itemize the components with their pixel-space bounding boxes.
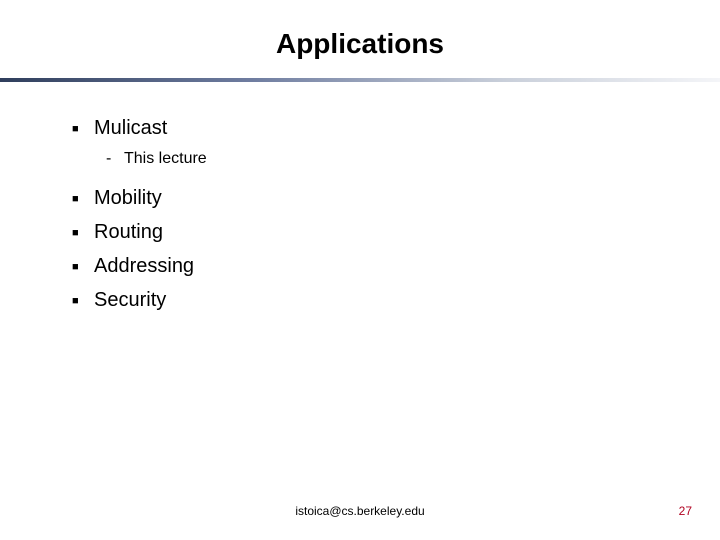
square-bullet-icon: ■ xyxy=(72,259,94,277)
slide: Applications ■ Mulicast - This lecture ■… xyxy=(0,0,720,540)
footer-text: istoica@cs.berkeley.edu xyxy=(0,504,720,518)
list-subitem: - This lecture xyxy=(72,146,720,172)
square-bullet-icon: ■ xyxy=(72,191,94,209)
list-item-text: Routing xyxy=(94,216,163,248)
slide-content: ■ Mulicast - This lecture ■ Mobility ■ R… xyxy=(0,82,720,316)
list-item-text: Mulicast xyxy=(94,112,167,144)
square-bullet-icon: ■ xyxy=(72,293,94,311)
list-item: ■ Routing xyxy=(72,216,720,248)
slide-title: Applications xyxy=(0,0,720,78)
list-item-text: Mobility xyxy=(94,182,162,214)
page-number: 27 xyxy=(679,504,692,518)
list-item: ■ Mobility xyxy=(72,182,720,214)
square-bullet-icon: ■ xyxy=(72,225,94,243)
dash-bullet-icon: - xyxy=(106,146,124,172)
list-item: ■ Mulicast xyxy=(72,112,720,144)
list-subitem-text: This lecture xyxy=(124,146,207,172)
list-item-text: Security xyxy=(94,284,166,316)
list-item-text: Addressing xyxy=(94,250,194,282)
list-item: ■ Addressing xyxy=(72,250,720,282)
list-item: ■ Security xyxy=(72,284,720,316)
square-bullet-icon: ■ xyxy=(72,121,94,139)
